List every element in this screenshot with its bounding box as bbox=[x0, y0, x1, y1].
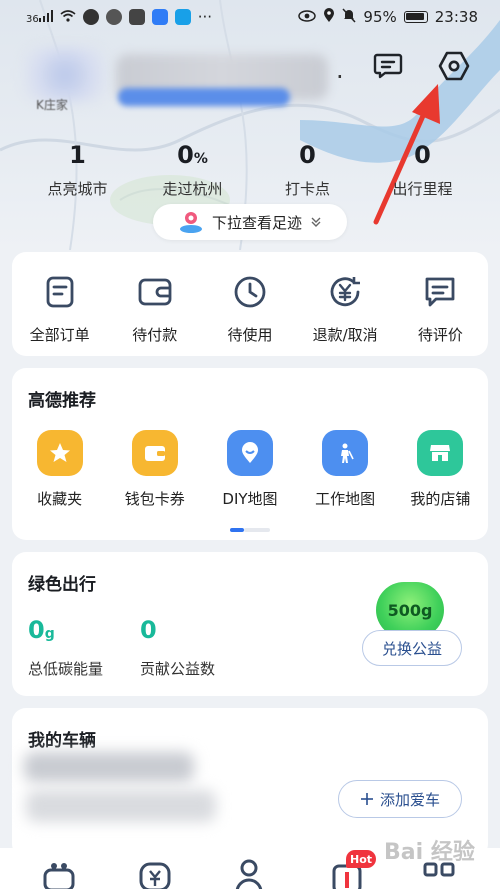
vehicle-desc-blurred bbox=[26, 790, 216, 822]
app-notify-icon-2 bbox=[105, 9, 122, 25]
wallet-card-icon bbox=[131, 430, 178, 476]
search-notify-icon bbox=[174, 9, 191, 25]
order-refund[interactable]: 退款/取消 bbox=[300, 274, 390, 345]
vehicle-title: 我的车辆 bbox=[28, 731, 96, 751]
carbon-energy-label: 总低碳能量 bbox=[28, 660, 104, 678]
worker-icon bbox=[322, 430, 369, 476]
pull-down-footprint-button[interactable]: 下拉查看足迹 bbox=[153, 204, 347, 240]
recommend-card: 高德推荐 收藏夹 钱包卡券 DIY地图 工作地图 我的店铺 bbox=[12, 368, 488, 540]
plus-icon bbox=[360, 793, 373, 805]
map-pin-icon bbox=[226, 430, 273, 476]
battery-icon bbox=[403, 11, 428, 23]
pager-dot-inactive bbox=[244, 528, 270, 532]
recommend-diy-map[interactable]: DIY地图 bbox=[204, 430, 296, 509]
location-icon bbox=[323, 7, 335, 27]
status-bar: 36 ··· 95% 23:38 bbox=[0, 0, 500, 34]
comment-icon bbox=[425, 277, 455, 307]
orders-card: 全部订单 待付款 待使用 退款/取消 待评价 bbox=[12, 252, 488, 356]
chevron-down-icon bbox=[311, 217, 321, 227]
stat-mileage[interactable]: 0 出行里程 bbox=[365, 140, 480, 199]
refund-icon bbox=[330, 277, 361, 307]
message-icon bbox=[373, 53, 403, 79]
order-all[interactable]: 全部订单 bbox=[15, 274, 105, 345]
user-level-label: K庄家 bbox=[36, 98, 68, 112]
order-to-review[interactable]: 待评价 bbox=[395, 274, 485, 345]
cloud-notify-icon bbox=[151, 9, 168, 25]
recommend-wallet-coupons[interactable]: 钱包卡券 bbox=[109, 430, 201, 509]
clock-time: 23:38 bbox=[434, 8, 478, 26]
add-car-button[interactable]: 添加爱车 bbox=[338, 780, 462, 818]
hot-badge: Hot bbox=[346, 850, 376, 868]
vehicle-info-blurred bbox=[24, 752, 194, 782]
pager-dot-active bbox=[230, 528, 244, 532]
settings-button[interactable] bbox=[438, 50, 470, 82]
music-notify-icon bbox=[128, 9, 145, 25]
gear-icon bbox=[438, 51, 470, 81]
stat-city-coverage[interactable]: 0% 走过杭州 bbox=[135, 140, 250, 199]
tab-yuan-icon[interactable] bbox=[138, 858, 172, 889]
order-pending-payment[interactable]: 待付款 bbox=[110, 274, 200, 345]
recommend-my-shop[interactable]: 我的店铺 bbox=[394, 430, 486, 509]
recommend-title: 高德推荐 bbox=[28, 391, 96, 411]
stat-cities[interactable]: 1 点亮城市 bbox=[20, 140, 135, 199]
order-to-use[interactable]: 待使用 bbox=[205, 274, 295, 345]
message-button[interactable] bbox=[372, 50, 404, 82]
wallet-icon bbox=[138, 278, 172, 306]
header-dot: . bbox=[336, 56, 344, 84]
shop-icon bbox=[417, 430, 464, 476]
wifi-icon bbox=[60, 8, 76, 26]
clock-icon bbox=[234, 276, 266, 308]
status-right: 95% 23:38 bbox=[298, 7, 478, 27]
footprint-stats: 1 点亮城市 0% 走过杭州 0 打卡点 0 出行里程 bbox=[0, 140, 500, 199]
footprint-mascot-icon bbox=[179, 212, 202, 233]
stat-checkins[interactable]: 0 打卡点 bbox=[250, 140, 365, 199]
signal-icon: 36 bbox=[26, 9, 53, 25]
app-notify-icon-1 bbox=[82, 9, 99, 25]
recommend-work-map[interactable]: 工作地图 bbox=[299, 430, 391, 509]
star-icon bbox=[36, 430, 83, 476]
order-list-icon bbox=[46, 276, 73, 308]
recommend-items: 收藏夹 钱包卡券 DIY地图 工作地图 我的店铺 bbox=[12, 430, 488, 509]
tab-person-icon[interactable] bbox=[232, 858, 266, 889]
recommend-favorites[interactable]: 收藏夹 bbox=[14, 430, 106, 509]
watermark-logo: Bai 经验 bbox=[384, 840, 475, 865]
add-car-label: 添加爱车 bbox=[379, 790, 440, 809]
footprint-label: 下拉查看足迹 bbox=[211, 213, 302, 232]
donation-label: 贡献公益数 bbox=[140, 660, 216, 678]
tab-home-icon[interactable] bbox=[42, 858, 76, 889]
avatar[interactable] bbox=[24, 48, 106, 102]
user-tag-blurred bbox=[118, 88, 290, 106]
battery-percent: 95% bbox=[363, 8, 397, 26]
eye-icon bbox=[298, 8, 317, 26]
recommend-pager bbox=[230, 528, 270, 532]
mute-bell-icon bbox=[342, 7, 356, 27]
exchange-charity-button[interactable]: 兑换公益 bbox=[362, 630, 462, 666]
status-left: 36 ··· bbox=[26, 8, 212, 26]
more-notifications: ··· bbox=[197, 8, 213, 26]
carbon-energy-value: 0g bbox=[28, 616, 55, 644]
donation-value: 0 bbox=[140, 616, 157, 644]
green-travel-title: 绿色出行 bbox=[28, 575, 96, 595]
